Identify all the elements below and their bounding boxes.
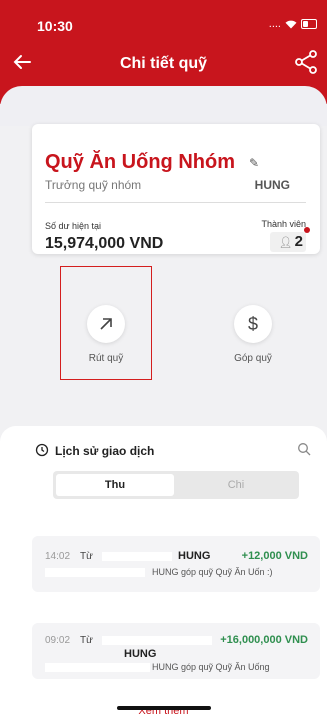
tx-name: HUNG [124, 648, 157, 660]
tx-from-label: Từ [80, 635, 93, 646]
withdraw-highlight-box [60, 266, 152, 380]
members-count: 2 [294, 233, 303, 250]
fund-card: Quỹ Ăn Uống Nhóm ✎ Trưởng quỹ nhóm HUNG … [32, 124, 320, 254]
transaction-item[interactable]: 14:02 Từ HUNG +12,000 VND HUNG góp quỹ Q… [32, 536, 320, 592]
status-bar: 10:30 .... [0, 0, 327, 40]
history-icon [35, 443, 49, 457]
transaction-history: Lịch sử giao dịch Thu Chi 14:02 Từ HUNG … [0, 426, 327, 721]
app-header: Chi tiết quỹ [0, 40, 327, 86]
person-icon: 👤︎ [278, 237, 293, 249]
redacted-text [45, 663, 150, 672]
wifi-icon [285, 20, 297, 28]
status-icons: .... [269, 18, 317, 30]
thu-chi-toggle: Thu Chi [53, 471, 299, 499]
tab-chi[interactable]: Chi [176, 474, 296, 496]
tx-amount: +12,000 VND [241, 550, 308, 562]
contribute-label: Góp quỹ [234, 353, 272, 364]
history-title: Lịch sử giao dịch [55, 444, 155, 458]
signal-icon: .... [268, 18, 281, 30]
share-icon [295, 50, 317, 74]
tx-amount: +16,000,000 VND [220, 634, 308, 646]
notification-dot [304, 227, 310, 233]
battery-icon [301, 19, 317, 29]
share-button[interactable] [293, 49, 319, 75]
edit-icon[interactable]: ✎ [249, 156, 259, 170]
members-label: Thành viên [261, 219, 306, 229]
dollar-icon: $ [234, 305, 272, 343]
fund-role: Trưởng quỹ nhóm [45, 178, 142, 192]
balance-value: 15,974,000 VND [45, 235, 164, 252]
tx-time: 14:02 [45, 551, 71, 562]
fund-leader: HUNG [254, 178, 290, 192]
transaction-item[interactable]: 09:02 Từ +16,000,000 VND HUNG HUNG góp q… [32, 623, 320, 679]
tx-from-label: Từ [80, 551, 93, 562]
members-button[interactable]: 👤︎ 2 [270, 232, 306, 252]
redacted-text [102, 636, 212, 645]
tx-description: HUNG góp quỹ Quỹ Ăn Uốn :) [152, 567, 273, 577]
search-icon[interactable] [297, 442, 311, 456]
content-background [0, 86, 327, 126]
fund-name: Quỹ Ăn Uống Nhóm [45, 151, 235, 173]
tx-description: HUNG góp quỹ Quỹ Ăn Uống [152, 662, 270, 672]
tab-thu[interactable]: Thu [56, 474, 174, 496]
tx-name: HUNG [178, 550, 211, 562]
balance-label: Số dư hiện tại [45, 221, 102, 231]
card-divider [45, 202, 306, 203]
page-title: Chi tiết quỹ [119, 55, 208, 72]
tx-time: 09:02 [45, 635, 71, 646]
redacted-text [102, 552, 172, 561]
redacted-text [45, 568, 145, 577]
contribute-action[interactable]: $ Góp quỹ [213, 305, 293, 364]
home-indicator [117, 706, 211, 710]
status-time: 10:30 [37, 18, 73, 34]
